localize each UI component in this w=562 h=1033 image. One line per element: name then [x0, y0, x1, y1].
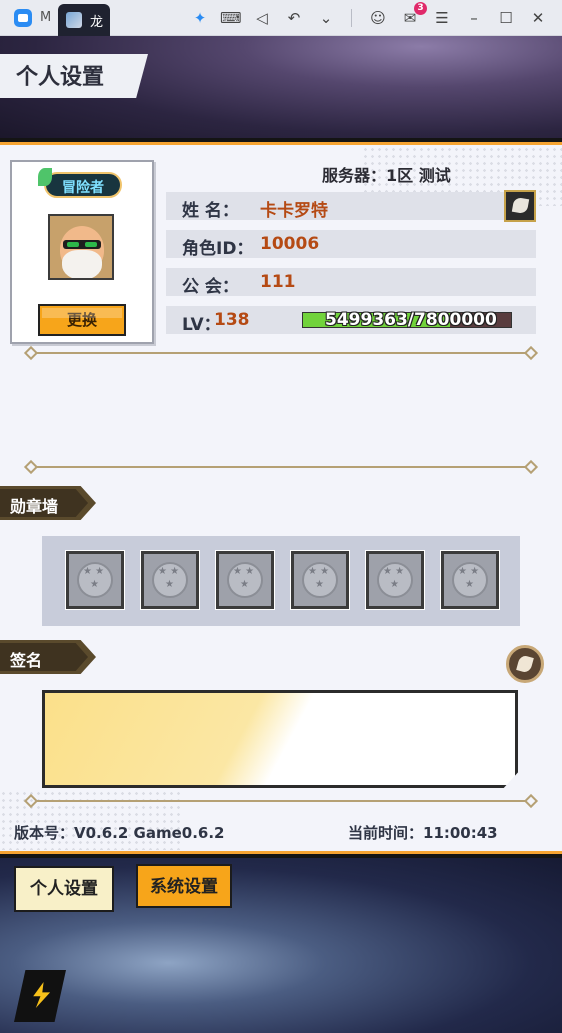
- avatar-sunglasses: [63, 240, 101, 249]
- maximize-icon[interactable]: ☐: [496, 8, 516, 28]
- medal-slot[interactable]: [365, 550, 425, 610]
- guild-key: 公 会：: [182, 277, 239, 297]
- name-row: 姓 名： 卡卡罗特: [166, 190, 536, 222]
- role-id-row: 角色ID： 10006: [166, 230, 536, 259]
- medal-slot[interactable]: [140, 550, 200, 610]
- medal-slot[interactable]: [290, 550, 350, 610]
- keyboard-icon[interactable]: ⌨: [220, 8, 242, 28]
- menu-icon[interactable]: ☰: [432, 8, 452, 28]
- signature-tab: 签名: [0, 640, 96, 674]
- notification-badge: 3: [414, 2, 427, 15]
- medal-wall: [42, 536, 520, 626]
- level-row: LV： 138 5499363/7800000: [166, 306, 536, 335]
- avatar[interactable]: [48, 214, 114, 280]
- medal-wall-tab: 勋章墙: [0, 486, 96, 520]
- server-label: 服务器：1区 测试: [322, 166, 451, 185]
- divider-bottom: [23, 793, 539, 809]
- name-key: 姓 名：: [182, 201, 239, 221]
- change-avatar-button[interactable]: 更换: [38, 304, 126, 336]
- exp-progress-bar: 5499363/7800000: [302, 310, 512, 330]
- level-value: 138: [214, 310, 250, 330]
- name-value: 卡卡罗特: [260, 201, 328, 221]
- role-id-key: 角色ID：: [182, 239, 254, 259]
- version-text: 版本号：V0.6.2 Game0.6.2: [14, 824, 225, 842]
- guild-row: 公 会： 111: [166, 268, 536, 297]
- divider-top: [23, 345, 539, 361]
- signature-label: 签名: [10, 651, 43, 670]
- game-tab-label: 龙: [90, 15, 104, 30]
- exp-text: 5499363/7800000: [325, 310, 497, 330]
- emulator-logo-icon: [14, 9, 32, 27]
- edit-signature-button[interactable]: [506, 645, 544, 683]
- tab-system-settings[interactable]: 系统设置: [136, 864, 232, 908]
- dragon-ball-icon: [452, 562, 488, 598]
- user-icon[interactable]: ☺: [368, 8, 388, 28]
- medal-wall-label: 勋章墙: [10, 497, 59, 516]
- minimize-icon[interactable]: –: [464, 8, 484, 28]
- dragon-ball-icon: [227, 562, 263, 598]
- medal-slot[interactable]: [440, 550, 500, 610]
- game-tab[interactable]: 龙: [58, 4, 110, 36]
- divider-middle: [23, 459, 539, 475]
- settings-panel: 冒险者 更换 服务器：1区 测试 姓 名： 卡卡罗特 角色ID： 10006 公…: [0, 138, 562, 858]
- game-tab-icon: [66, 12, 82, 28]
- medal-slot[interactable]: [215, 550, 275, 610]
- butterfly-icon[interactable]: ✦: [190, 8, 210, 28]
- tab-personal-settings[interactable]: 个人设置: [14, 866, 114, 912]
- panel-edge-bottom: [0, 851, 562, 854]
- avatar-card: 冒险者 更换: [10, 160, 154, 344]
- game-viewport: 个人设置 冒险者 更换 服务器：1区 测试 姓 名： 卡卡罗特 角色ID： 10…: [0, 36, 562, 1033]
- rank-badge: 冒险者: [38, 168, 122, 198]
- emulator-titlebar: M 龙 ✦ ⌨ ◁ ↶ ⌄ ☺ ✉ 3 ☰ – ☐ ✕: [0, 0, 562, 36]
- undo-icon[interactable]: ↶: [284, 8, 304, 28]
- dragon-ball-icon: [77, 562, 113, 598]
- dragon-ball-icon: [302, 562, 338, 598]
- role-id-value: 10006: [260, 234, 320, 254]
- guild-value: 111: [260, 272, 296, 292]
- app-title: M: [40, 10, 52, 25]
- dragon-ball-icon: [152, 562, 188, 598]
- close-icon[interactable]: ✕: [528, 8, 548, 28]
- medal-slot[interactable]: [65, 550, 125, 610]
- panel-edge-top: [0, 142, 562, 145]
- edit-name-button[interactable]: [504, 190, 536, 222]
- signature-box[interactable]: [42, 690, 518, 788]
- page-title: 个人设置: [16, 65, 105, 90]
- dragon-ball-icon: [377, 562, 413, 598]
- avatar-beard: [62, 250, 102, 278]
- current-time-text: 当前时间：11:00:43: [348, 824, 498, 842]
- titlebar-separator: [351, 9, 352, 27]
- volume-icon[interactable]: ◁: [252, 8, 272, 28]
- chevron-down-icon[interactable]: ⌄: [316, 8, 336, 28]
- rank-badge-label: 冒险者: [62, 180, 104, 196]
